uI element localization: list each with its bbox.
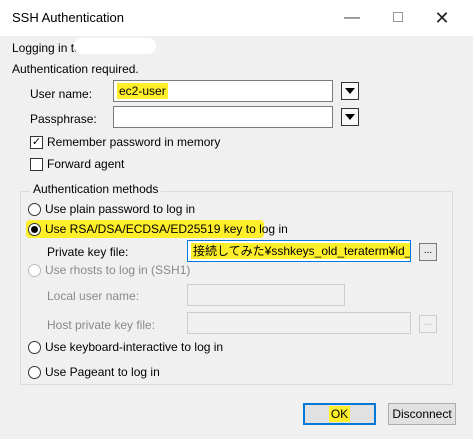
minimize-button[interactable]: — — [330, 4, 374, 32]
remember-password-label: Remember password in memory — [47, 135, 221, 149]
maximize-icon — [393, 12, 403, 22]
username-dropdown-button[interactable] — [341, 82, 359, 100]
username-label: User name: — [30, 87, 93, 101]
local-user-input[interactable] — [187, 284, 345, 306]
close-icon: ✕ — [434, 8, 450, 28]
close-button[interactable]: ✕ — [420, 4, 464, 32]
browse-host-key-button[interactable]: ... — [419, 315, 437, 333]
host-key-label: Host private key file: — [47, 318, 156, 332]
passphrase-input[interactable] — [113, 106, 333, 128]
radio-plain-password[interactable] — [28, 203, 41, 216]
private-key-label: Private key file: — [47, 245, 129, 259]
logging-in-label: Logging in to — [12, 41, 81, 55]
radio-rsa-key[interactable] — [28, 223, 41, 236]
keyboard-interactive-label: Use keyboard-interactive to log in — [45, 340, 224, 354]
redacted-host — [74, 38, 156, 54]
ok-label: OK — [328, 406, 351, 422]
private-key-input[interactable]: 接続してみた¥sshkeys_old_teraterm¥id_rsa — [187, 240, 411, 262]
rsa-key-label: Use RSA/DSA/ECDSA/ED25519 key to log in — [45, 222, 288, 236]
auth-methods-legend: Authentication methods — [30, 182, 162, 196]
disconnect-button[interactable]: Disconnect — [388, 403, 456, 425]
radio-pageant[interactable] — [28, 366, 41, 379]
maximize-button[interactable] — [376, 4, 420, 32]
ok-button[interactable]: OK — [303, 403, 376, 425]
passphrase-label: Passphrase: — [30, 112, 97, 126]
forward-agent-label: Forward agent — [47, 157, 125, 171]
host-key-input[interactable] — [187, 312, 411, 334]
radio-rhosts[interactable] — [28, 264, 41, 277]
private-key-value: 接続してみた¥sshkeys_old_teraterm¥id_rsa — [191, 243, 410, 259]
local-user-label: Local user name: — [47, 289, 140, 303]
auth-required-text: Authentication required. — [12, 62, 139, 76]
rhosts-label: Use rhosts to log in (SSH1) — [45, 263, 191, 277]
radio-keyboard-interactive[interactable] — [28, 341, 41, 354]
browse-private-key-button[interactable]: ... — [419, 243, 437, 261]
forward-agent-checkbox[interactable] — [30, 158, 43, 171]
pageant-label: Use Pageant to log in — [45, 365, 160, 379]
window-title: SSH Authentication — [12, 10, 125, 25]
passphrase-dropdown-button[interactable] — [341, 108, 359, 126]
checkmark-icon: ✓ — [31, 136, 42, 148]
username-input[interactable]: ec2-user — [113, 80, 333, 102]
minimize-icon: — — [344, 9, 360, 26]
remember-password-checkbox[interactable]: ✓ — [30, 136, 43, 149]
plain-password-label: Use plain password to log in — [45, 202, 196, 216]
username-value: ec2-user — [117, 83, 168, 99]
